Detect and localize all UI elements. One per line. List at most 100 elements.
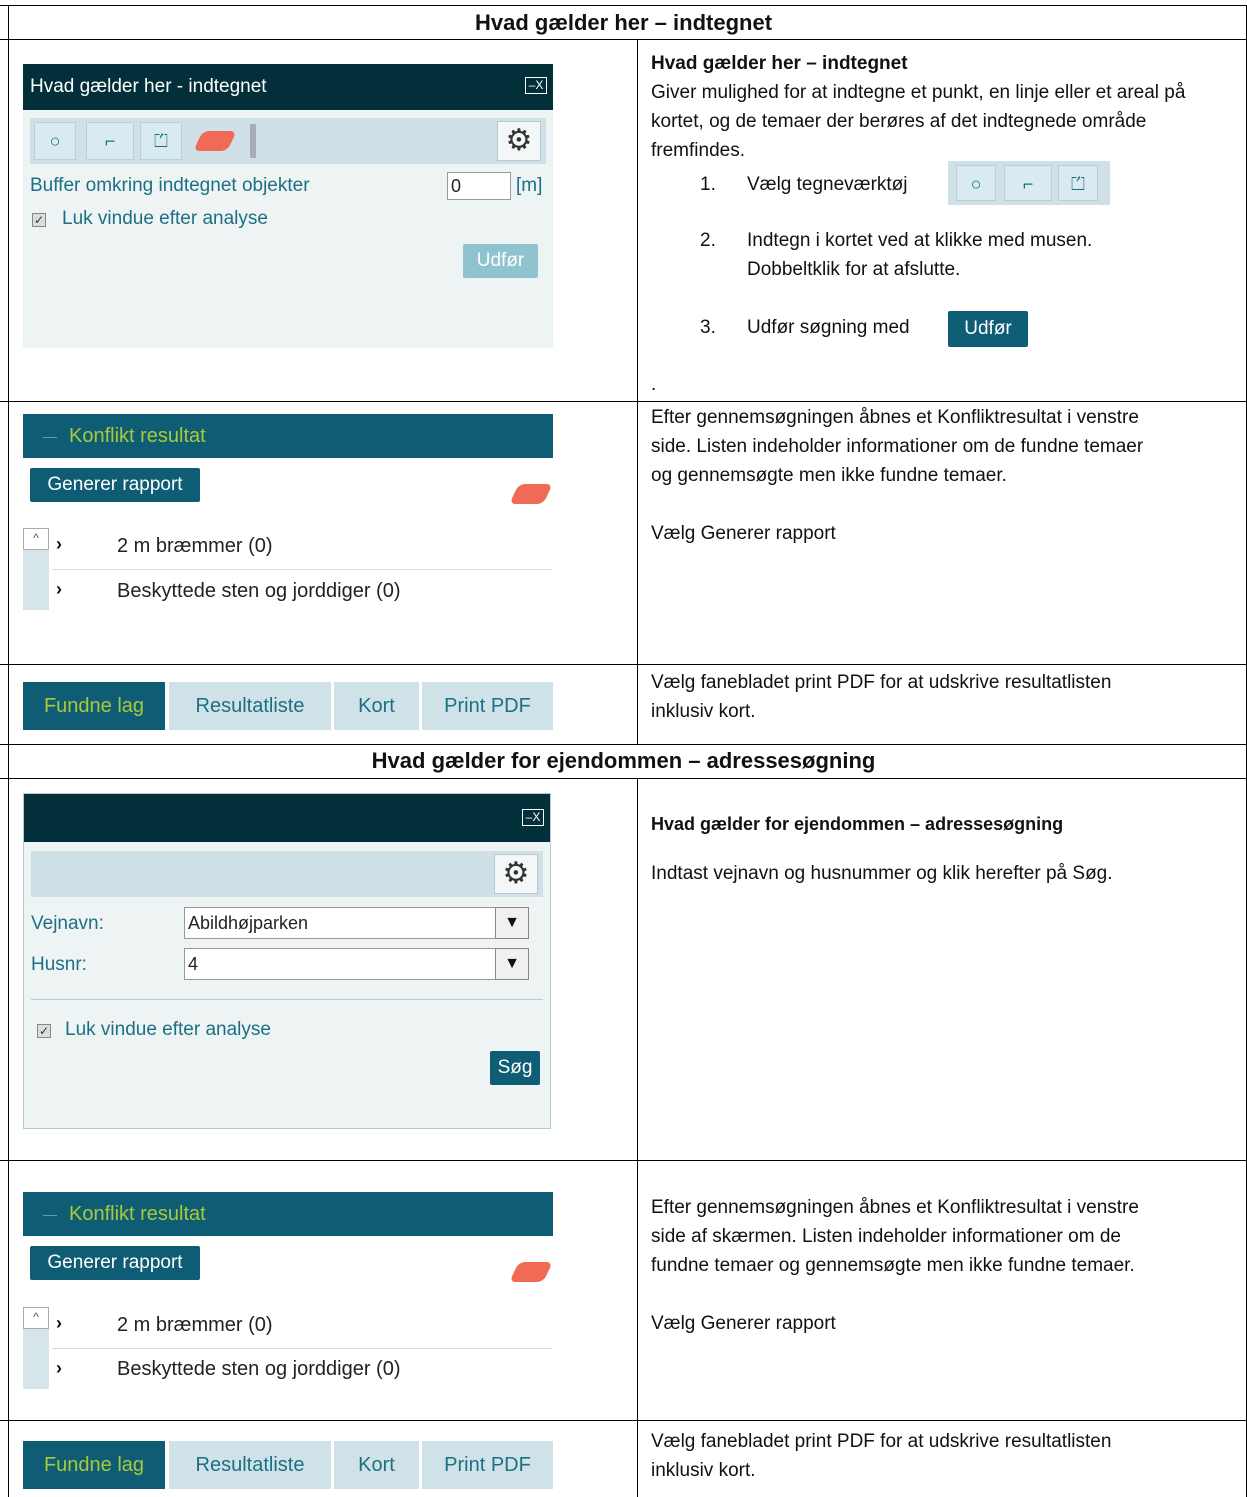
draw-toolbar: ○ ⌐ ⏍ ⚙: [30, 118, 546, 164]
row-divider: [52, 569, 552, 570]
address-search-window: –X ⚙ Vejnavn: Abildhøjparken ▼ Husnr: 4 …: [23, 793, 551, 1129]
stray-dot: .: [651, 374, 657, 395]
table-border: [0, 664, 1247, 665]
eraser-icon: [193, 131, 237, 151]
description-line: Vælg fanebladet print PDF for at udskriv…: [651, 672, 1112, 693]
description-cell: Efter gennemsøgningen åbnes et Konfliktr…: [651, 403, 1243, 548]
tab-resultatliste[interactable]: Resultatliste: [169, 1441, 331, 1489]
table-border: [0, 1420, 1247, 1421]
description-line: inklusiv kort.: [651, 701, 756, 722]
table-border: [637, 778, 638, 1497]
eraser-tool[interactable]: [192, 122, 237, 160]
scroll-up-icon[interactable]: ^: [23, 1307, 49, 1329]
list-item[interactable]: Beskyttede sten og jorddiger (0): [117, 580, 401, 603]
tab-kort[interactable]: Kort: [334, 682, 419, 730]
description-action: Vælg Generer rapport: [651, 523, 836, 544]
conflict-result-title: Konflikt resultat: [69, 1203, 206, 1225]
tab-fundne-lag[interactable]: Fundne lag: [23, 682, 165, 730]
row-divider: [52, 1348, 552, 1349]
minimize-close-icon[interactable]: –X: [522, 809, 544, 826]
minimize-close-icon[interactable]: –X: [525, 77, 547, 94]
street-label: Vejnavn:: [31, 913, 104, 934]
description-line: inklusiv kort.: [651, 1460, 756, 1481]
table-border: [0, 39, 1247, 40]
collapse-icon[interactable]: —: [43, 414, 57, 458]
line-tool-icon: ⌐: [1004, 165, 1052, 201]
gear-icon[interactable]: ⚙: [494, 854, 538, 894]
step-text: Dobbeltklik for at afslutte.: [747, 259, 961, 280]
polygon-tool-icon[interactable]: ⏍: [140, 122, 182, 160]
draw-analysis-window: Hvad gælder her - indtegnet –X ○ ⌐ ⏍ ⚙ B…: [23, 64, 553, 348]
step-text: Vælg tegneværktøj: [747, 174, 908, 195]
close-window-checkbox[interactable]: ✓: [37, 1024, 51, 1038]
expand-chevron-icon[interactable]: ›: [56, 1313, 62, 1334]
list-item[interactable]: 2 m bræmmer (0): [117, 535, 273, 558]
draw-tools-example: ○ ⌐ ⏍: [948, 161, 1110, 205]
house-number-input[interactable]: 4: [184, 948, 496, 980]
scroll-up-icon[interactable]: ^: [23, 528, 49, 550]
step-number: 1.: [700, 174, 716, 195]
window-title-bar: [24, 794, 550, 842]
table-border: [0, 401, 1247, 402]
scrollbar[interactable]: ^: [23, 528, 49, 610]
street-input[interactable]: Abildhøjparken: [184, 907, 496, 939]
conflict-result-title: Konflikt resultat: [69, 425, 206, 447]
result-tabs: Fundne lag Resultatliste Kort Print PDF: [23, 1441, 553, 1489]
table-border: [0, 778, 1247, 779]
list-item[interactable]: Beskyttede sten og jorddiger (0): [117, 1358, 401, 1381]
expand-chevron-icon[interactable]: ›: [56, 534, 62, 555]
house-dropdown-icon[interactable]: ▼: [495, 948, 529, 980]
expand-chevron-icon[interactable]: ›: [56, 1358, 62, 1379]
description-line: og gennemsøgte men ikke fundne temaer.: [651, 465, 1007, 486]
description-heading: Hvad gælder her – indtegnet: [651, 53, 908, 74]
description-line: Vælg fanebladet print PDF for at udskriv…: [651, 1431, 1112, 1452]
line-tool-icon[interactable]: ⌐: [86, 122, 134, 160]
collapse-icon[interactable]: —: [43, 1192, 57, 1236]
generate-report-button[interactable]: Generer rapport: [30, 1246, 200, 1280]
street-dropdown-icon[interactable]: ▼: [495, 907, 529, 939]
run-button-example: Udfør: [948, 311, 1028, 347]
tab-print-pdf[interactable]: Print PDF: [422, 1441, 553, 1489]
buffer-unit: [m]: [516, 175, 543, 196]
description-cell: Vælg fanebladet print PDF for at udskriv…: [651, 668, 1241, 726]
step-text: Udfør søgning med: [747, 317, 910, 338]
search-button[interactable]: Søg: [490, 1051, 540, 1085]
window-title: Hvad gælder her - indtegnet: [23, 64, 553, 110]
description-line: side. Listen indeholder informationer om…: [651, 436, 1144, 457]
tab-kort[interactable]: Kort: [334, 1441, 419, 1489]
expand-chevron-icon[interactable]: ›: [56, 579, 62, 600]
result-tabs: Fundne lag Resultatliste Kort Print PDF: [23, 682, 553, 730]
table-border: [0, 744, 1247, 745]
close-window-label: Luk vindue efter analyse: [65, 1019, 271, 1040]
divider: [31, 999, 543, 1000]
house-label: Husnr:: [31, 954, 87, 975]
description-line: Efter gennemsøgningen åbnes et Konfliktr…: [651, 407, 1139, 428]
conflict-result-header[interactable]: — Konflikt resultat: [23, 414, 553, 458]
polygon-tool-icon: ⏍: [1058, 165, 1098, 201]
list-item[interactable]: 2 m bræmmer (0): [117, 1314, 273, 1337]
generate-report-button[interactable]: Generer rapport: [30, 468, 200, 502]
table-border: [0, 5, 1247, 6]
description-line: fundne temaer og gennemsøgte men ikke fu…: [651, 1255, 1135, 1276]
address-toolbar: ⚙: [31, 851, 543, 897]
section-title: Hvad gælder for ejendommen – adressesøgn…: [371, 748, 876, 773]
run-button[interactable]: Udfør: [463, 244, 538, 278]
scrollbar[interactable]: ^: [23, 1307, 49, 1389]
toolbar-divider: [250, 124, 256, 158]
point-tool-icon[interactable]: ○: [34, 122, 76, 160]
tab-print-pdf[interactable]: Print PDF: [422, 682, 553, 730]
gear-icon[interactable]: ⚙: [497, 121, 541, 161]
description-heading: Hvad gælder for ejendommen – adressesøgn…: [651, 814, 1064, 834]
buffer-input[interactable]: 0: [447, 172, 511, 200]
description-cell: Hvad gælder for ejendommen – adressesøgn…: [651, 810, 1241, 888]
close-window-checkbox[interactable]: ✓: [32, 213, 46, 227]
tab-resultatliste[interactable]: Resultatliste: [169, 682, 331, 730]
conflict-result-header[interactable]: — Konflikt resultat: [23, 1192, 553, 1236]
description-intro: Giver mulighed for at indtegne et punkt,…: [651, 82, 1186, 161]
table-border: [0, 1160, 1247, 1161]
step-text: Indtegn i kortet ved at klikke med musen…: [747, 230, 1093, 251]
description-cell: Vælg fanebladet print PDF for at udskriv…: [651, 1427, 1241, 1485]
tab-fundne-lag[interactable]: Fundne lag: [23, 1441, 165, 1489]
description-line: Efter gennemsøgningen åbnes et Konfliktr…: [651, 1197, 1139, 1218]
description-action: Vælg Generer rapport: [651, 1313, 836, 1334]
